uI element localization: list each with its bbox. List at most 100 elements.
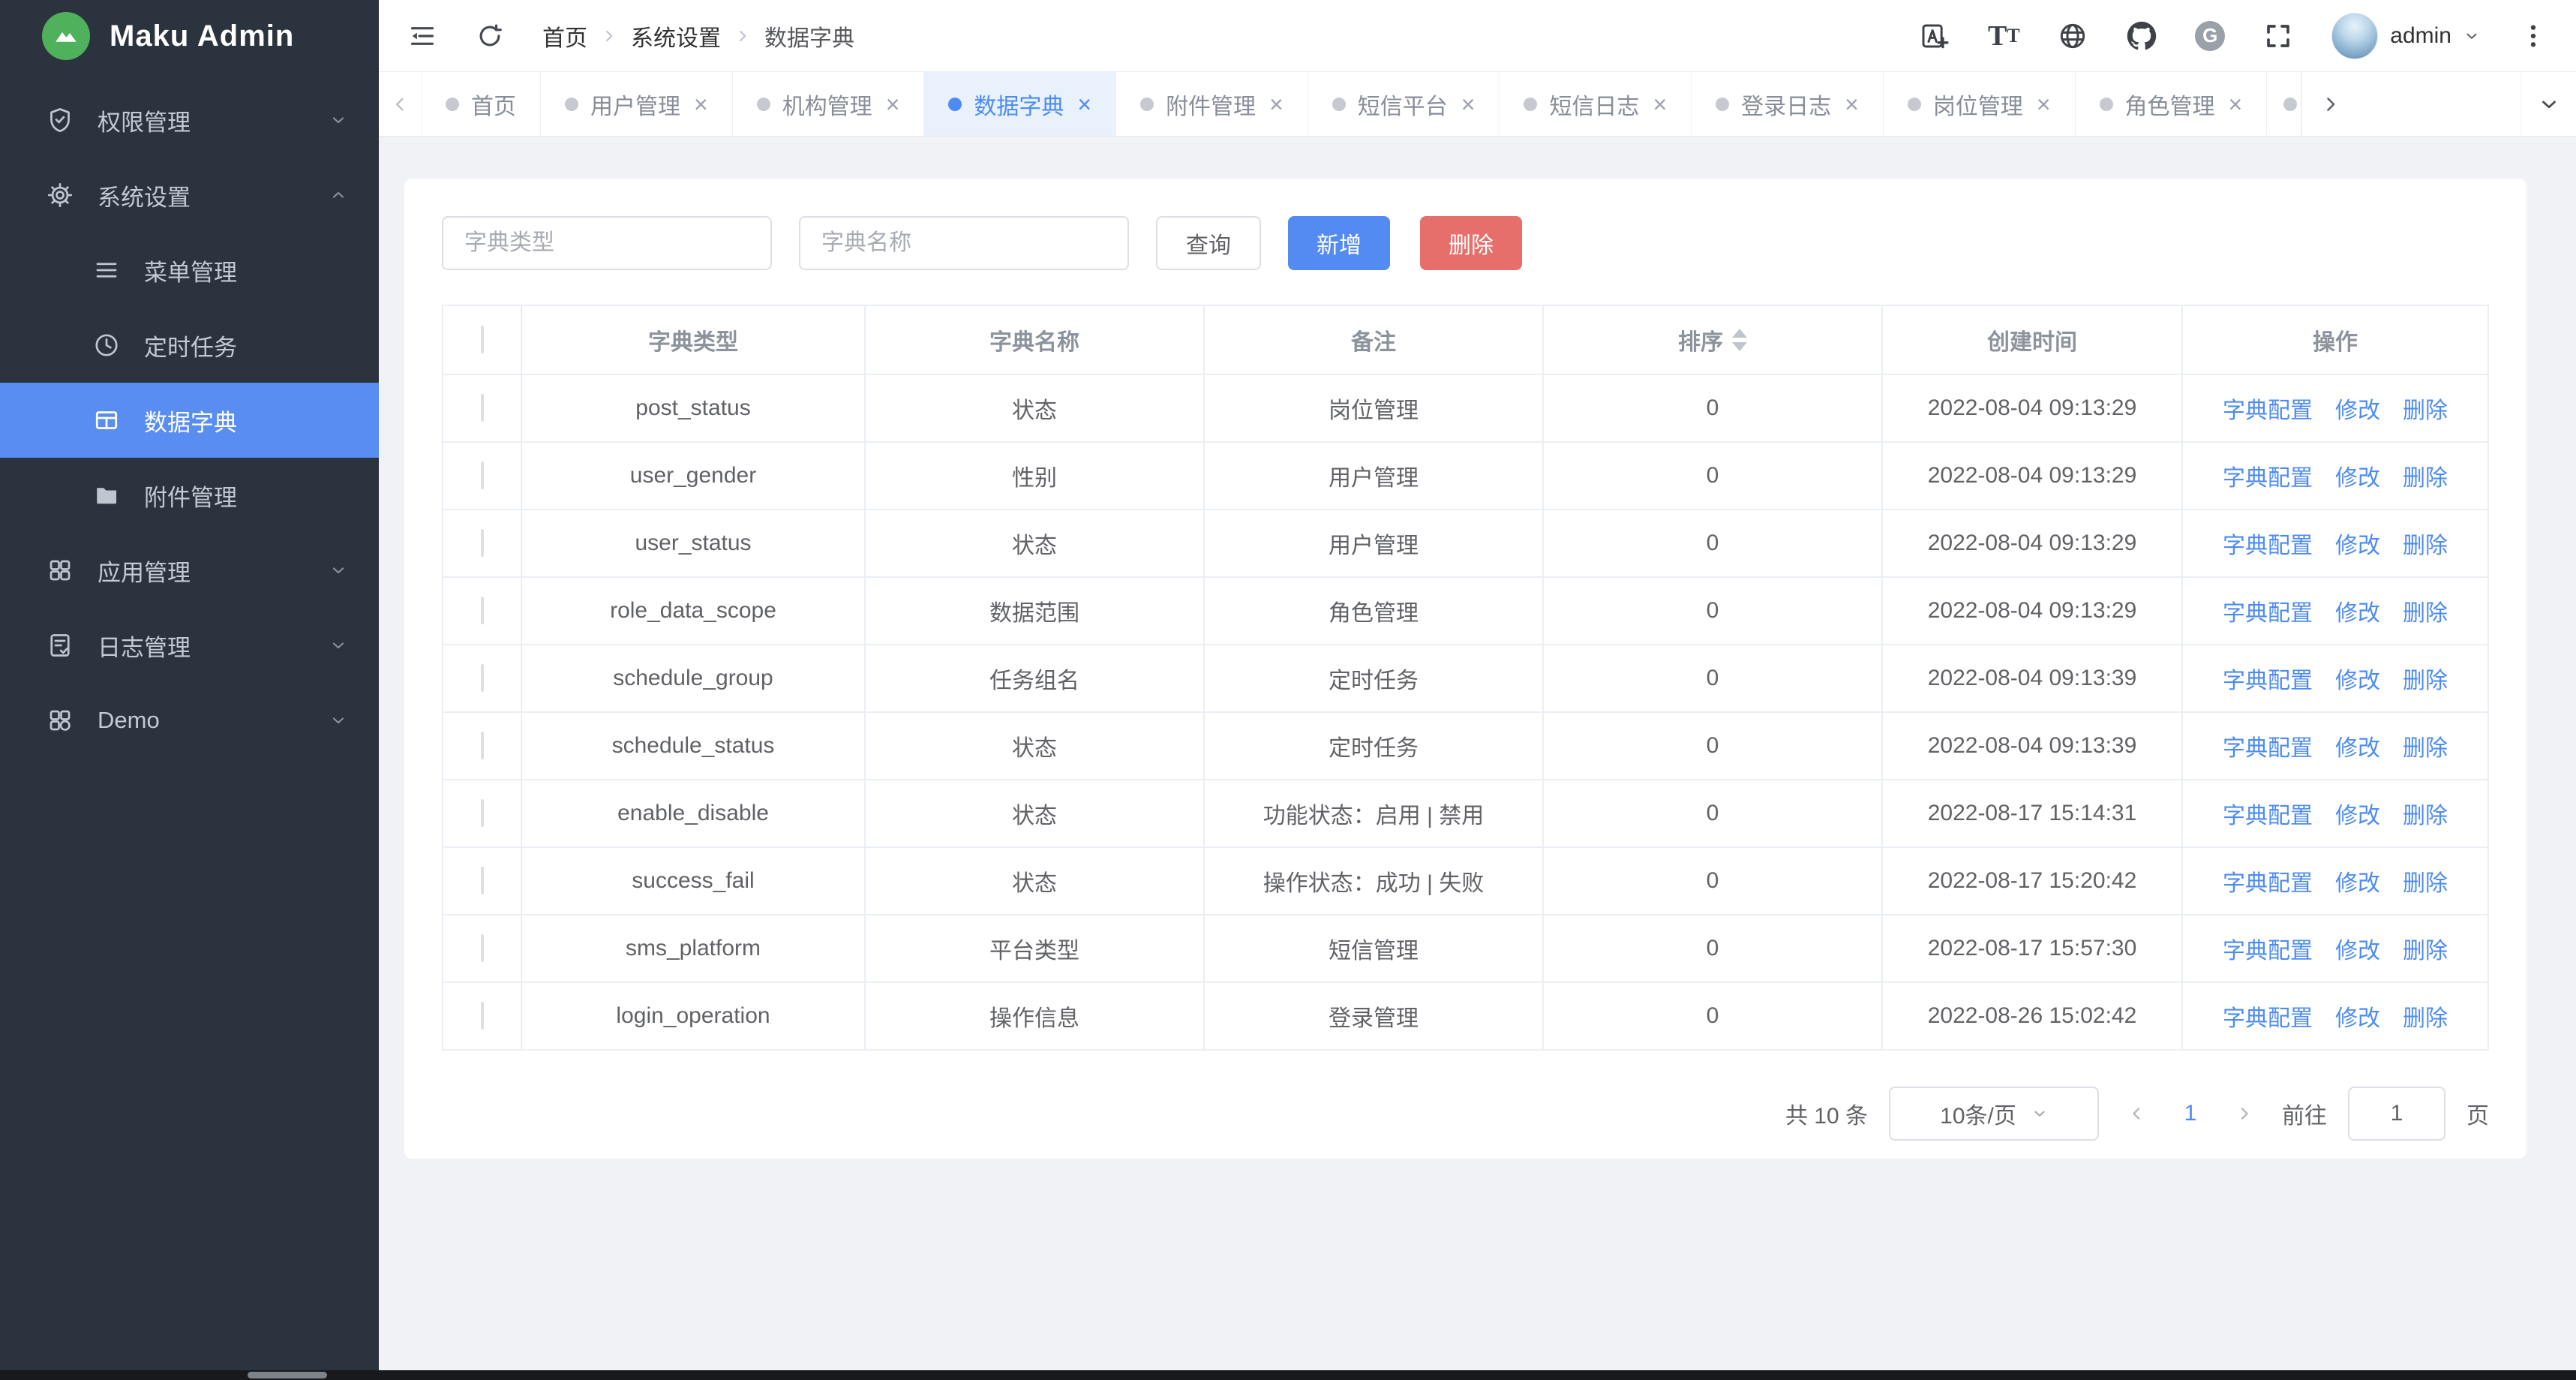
edit-link[interactable]: 修改 (2335, 797, 2380, 830)
cell-dict-type: sms_platform (521, 915, 865, 982)
row-checkbox[interactable] (481, 664, 484, 692)
font-size-icon[interactable]: TT (1988, 20, 2019, 52)
edit-link[interactable]: 修改 (2335, 932, 2380, 965)
dict-config-link[interactable]: 字典配置 (2223, 932, 2313, 965)
page-size-select[interactable]: 10条/页 (1889, 1087, 2099, 1141)
delete-link[interactable]: 删除 (2403, 864, 2448, 897)
sidebar-item-permission-management[interactable]: 权限管理 (0, 83, 379, 158)
dict-config-link[interactable]: 字典配置 (2223, 459, 2313, 492)
delete-link[interactable]: 删除 (2403, 1000, 2448, 1033)
row-checkbox[interactable] (481, 394, 484, 422)
tab-sms-log[interactable]: 短信日志× (1500, 72, 1692, 136)
tab-attachment-management[interactable]: 附件管理× (1116, 72, 1308, 136)
delete-link[interactable]: 删除 (2403, 662, 2448, 695)
row-checkbox[interactable] (481, 462, 484, 489)
tab-login-log[interactable]: 登录日志× (1692, 72, 1884, 136)
page-number-current[interactable]: 1 (2174, 1101, 2207, 1126)
sidebar-item-demo[interactable]: Demo (0, 683, 379, 758)
close-icon[interactable]: × (2229, 92, 2243, 116)
select-all-checkbox[interactable] (481, 326, 484, 353)
tab-role-management[interactable]: 角色管理× (2076, 72, 2268, 136)
delete-link[interactable]: 删除 (2403, 797, 2448, 830)
tab-partial[interactable] (2267, 72, 2301, 136)
sidebar-item-log-management[interactable]: 日志管理 (0, 608, 379, 683)
sidebar-item-data-dictionary[interactable]: 数据字典 (0, 383, 379, 458)
prev-page-button[interactable] (2120, 1091, 2153, 1136)
delete-link[interactable]: 删除 (2403, 594, 2448, 627)
translate-icon[interactable] (1919, 20, 1950, 52)
close-icon[interactable]: × (1269, 92, 1283, 116)
row-checkbox[interactable] (481, 1002, 484, 1030)
edit-link[interactable]: 修改 (2335, 864, 2380, 897)
close-icon[interactable]: × (1653, 92, 1667, 116)
close-icon[interactable]: × (694, 92, 708, 116)
row-checkbox[interactable] (481, 934, 484, 962)
close-icon[interactable]: × (1461, 92, 1476, 116)
tab-sms-platform[interactable]: 短信平台× (1308, 72, 1500, 136)
gitee-icon[interactable]: G (2195, 21, 2225, 51)
delete-button[interactable]: 删除 (1420, 216, 1522, 270)
edit-link[interactable]: 修改 (2335, 594, 2380, 627)
sidebar-item-attachment-management[interactable]: 附件管理 (0, 458, 379, 533)
sidebar-item-scheduled-tasks[interactable]: 定时任务 (0, 308, 379, 383)
next-page-button[interactable] (2228, 1091, 2261, 1136)
tab-post-management[interactable]: 岗位管理× (1884, 72, 2076, 136)
add-button[interactable]: 新增 (1288, 216, 1390, 270)
dict-config-link[interactable]: 字典配置 (2223, 527, 2313, 560)
dict-name-input[interactable] (799, 216, 1129, 270)
delete-link[interactable]: 删除 (2403, 527, 2448, 560)
sidebar-item-menu-management[interactable]: 菜单管理 (0, 233, 379, 308)
delete-link[interactable]: 删除 (2403, 392, 2448, 425)
close-icon[interactable]: × (886, 92, 900, 116)
dict-config-link[interactable]: 字典配置 (2223, 392, 2313, 425)
kebab-menu-icon[interactable] (2517, 20, 2549, 52)
close-icon[interactable]: × (1077, 92, 1091, 116)
user-menu[interactable]: admin (2331, 13, 2480, 59)
dict-config-link[interactable]: 字典配置 (2223, 797, 2313, 830)
dict-config-link[interactable]: 字典配置 (2223, 729, 2313, 762)
row-checkbox[interactable] (481, 529, 484, 557)
goto-page-input[interactable] (2348, 1087, 2445, 1141)
edit-link[interactable]: 修改 (2335, 729, 2380, 762)
tab-home[interactable]: 首页 (421, 72, 541, 136)
dict-config-link[interactable]: 字典配置 (2223, 662, 2313, 695)
delete-link[interactable]: 删除 (2403, 459, 2448, 492)
close-icon[interactable]: × (1845, 92, 1859, 116)
edit-link[interactable]: 修改 (2335, 459, 2380, 492)
tab-user-management[interactable]: 用户管理× (541, 72, 733, 136)
refresh-icon[interactable] (473, 20, 506, 53)
delete-link[interactable]: 删除 (2403, 729, 2448, 762)
sort-caret-icon[interactable] (1732, 329, 1747, 351)
delete-link[interactable]: 删除 (2403, 932, 2448, 965)
sidebar-item-system-settings[interactable]: 系统设置 (0, 158, 379, 233)
dict-config-link[interactable]: 字典配置 (2223, 594, 2313, 627)
dict-config-link[interactable]: 字典配置 (2223, 864, 2313, 897)
globe-icon[interactable] (2057, 20, 2088, 52)
edit-link[interactable]: 修改 (2335, 527, 2380, 560)
row-checkbox[interactable] (481, 597, 484, 624)
tabs-scroll-right-button[interactable] (2301, 72, 2358, 136)
tabs-dropdown-button[interactable] (2520, 72, 2576, 136)
edit-link[interactable]: 修改 (2335, 392, 2380, 425)
search-button[interactable]: 查询 (1156, 216, 1261, 270)
row-checkbox[interactable] (481, 732, 484, 759)
horizontal-scrollbar[interactable] (0, 1370, 2576, 1380)
fullscreen-icon[interactable] (2262, 20, 2294, 52)
row-checkbox[interactable] (481, 799, 484, 827)
tabs-scroll-left-button[interactable] (379, 72, 421, 136)
breadcrumb-home[interactable]: 首页 (542, 20, 587, 53)
edit-link[interactable]: 修改 (2335, 1000, 2380, 1033)
close-icon[interactable]: × (2037, 92, 2051, 116)
dict-config-link[interactable]: 字典配置 (2223, 1000, 2313, 1033)
menu-fold-icon[interactable] (406, 20, 439, 53)
dict-type-input[interactable] (442, 216, 772, 270)
github-icon[interactable] (2126, 20, 2157, 52)
row-checkbox[interactable] (481, 867, 484, 894)
scrollbar-thumb[interactable] (248, 1372, 327, 1378)
tab-org-management[interactable]: 机构管理× (733, 72, 925, 136)
edit-link[interactable]: 修改 (2335, 662, 2380, 695)
app-logo[interactable]: Maku Admin (0, 0, 379, 72)
breadcrumb-system-settings[interactable]: 系统设置 (631, 20, 721, 53)
tab-data-dictionary[interactable]: 数据字典× (924, 72, 1116, 136)
sidebar-item-app-management[interactable]: 应用管理 (0, 533, 379, 608)
